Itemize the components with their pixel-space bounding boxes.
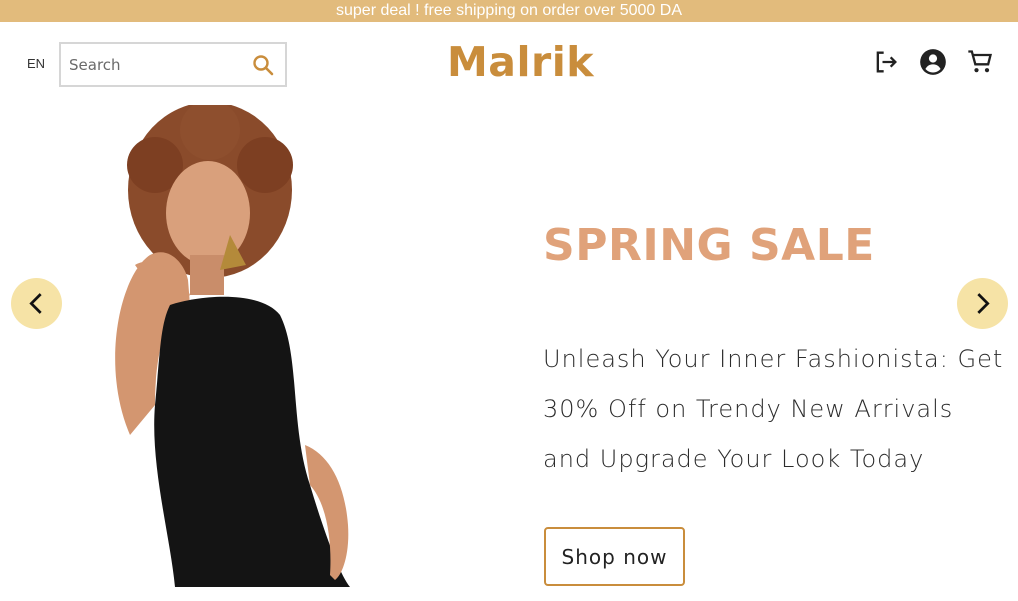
- hero-line: 30% Off on Trendy New Arrivals: [543, 395, 954, 423]
- account-icon[interactable]: [919, 48, 947, 76]
- hero-model-image: [115, 105, 350, 587]
- hero-title: SPRING SALE: [543, 220, 875, 271]
- language-selector[interactable]: EN: [27, 56, 45, 71]
- hero-line: and Upgrade Your Look Today: [543, 445, 925, 473]
- chevron-left-icon: [29, 293, 42, 314]
- hero-line: Unleash Your Inner Fashionista: Get: [543, 345, 1004, 373]
- slider-prev-button[interactable]: [11, 278, 62, 329]
- chevron-right-icon: [977, 293, 990, 314]
- search-box: [59, 42, 287, 87]
- hero-description: Unleash Your Inner Fashionista: Get 30% …: [543, 334, 1013, 484]
- promo-banner: super deal ! free shipping on order over…: [0, 0, 1018, 22]
- shop-now-button[interactable]: Shop now: [544, 527, 685, 586]
- logout-icon[interactable]: [872, 48, 900, 76]
- cart-icon[interactable]: [966, 48, 994, 76]
- search-input[interactable]: [69, 53, 239, 77]
- brand-logo[interactable]: Malrik: [447, 38, 594, 86]
- search-icon[interactable]: [251, 53, 275, 77]
- slider-next-button[interactable]: [957, 278, 1008, 329]
